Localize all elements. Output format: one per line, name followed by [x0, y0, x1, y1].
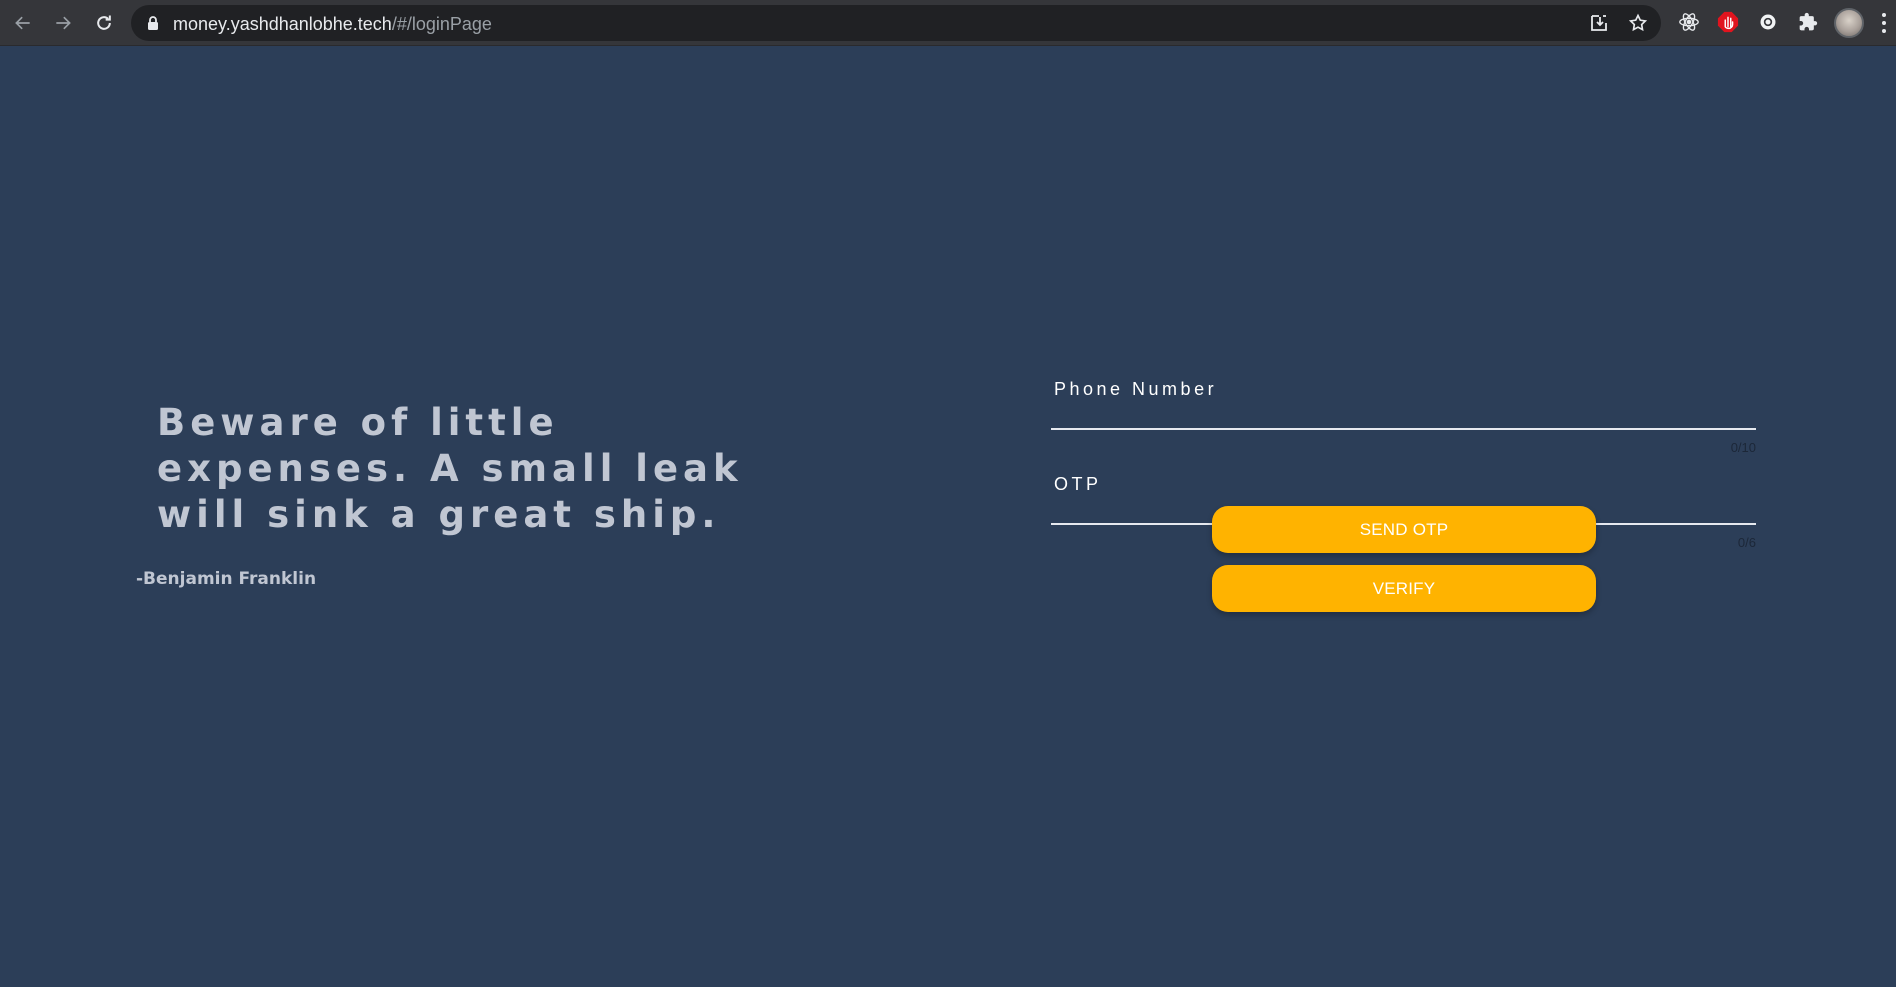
avatar[interactable] [1834, 8, 1864, 38]
circle-extension-icon[interactable] [1757, 11, 1779, 33]
phone-number-input[interactable] [1051, 366, 1756, 426]
forward-button[interactable] [50, 10, 76, 36]
login-page: Beware of little expenses. A small leak … [0, 46, 1896, 987]
send-otp-button[interactable]: SEND OTP [1212, 506, 1596, 553]
phone-number-underline [1051, 428, 1756, 430]
url-text[interactable]: money.yashdhanlobhe.tech/#/loginPage [173, 14, 492, 35]
reload-icon [97, 15, 111, 30]
lock-icon[interactable] [145, 15, 161, 31]
browser-toolbar: money.yashdhanlobhe.tech/#/loginPage [0, 0, 1896, 46]
url-path: /#/loginPage [391, 14, 492, 34]
url-host: money.yashdhanlobhe.tech [173, 14, 392, 34]
verify-button[interactable]: VERIFY [1212, 565, 1596, 612]
star-icon[interactable] [1628, 13, 1648, 33]
react-icon[interactable] [1678, 11, 1700, 33]
phone-number-field[interactable]: Phone Number 0/10 [1051, 366, 1756, 455]
address-bar[interactable]: money.yashdhanlobhe.tech/#/loginPage [131, 5, 1661, 41]
otp-counter: 0/6 [1737, 535, 1756, 550]
install-icon[interactable] [1589, 13, 1609, 33]
back-button[interactable] [10, 10, 36, 36]
phone-number-counter: 0/10 [1730, 440, 1756, 455]
arrow-left-icon [15, 16, 30, 30]
arrow-right-icon [56, 16, 71, 30]
more-vertical-icon[interactable] [1879, 12, 1889, 34]
quote-author: -Benjamin Franklin [136, 569, 317, 589]
reload-button[interactable] [91, 10, 117, 36]
stop-hand-icon[interactable] [1717, 11, 1739, 33]
puzzle-icon[interactable] [1797, 11, 1819, 33]
quote-text: Beware of little expenses. A small leak … [157, 401, 743, 536]
